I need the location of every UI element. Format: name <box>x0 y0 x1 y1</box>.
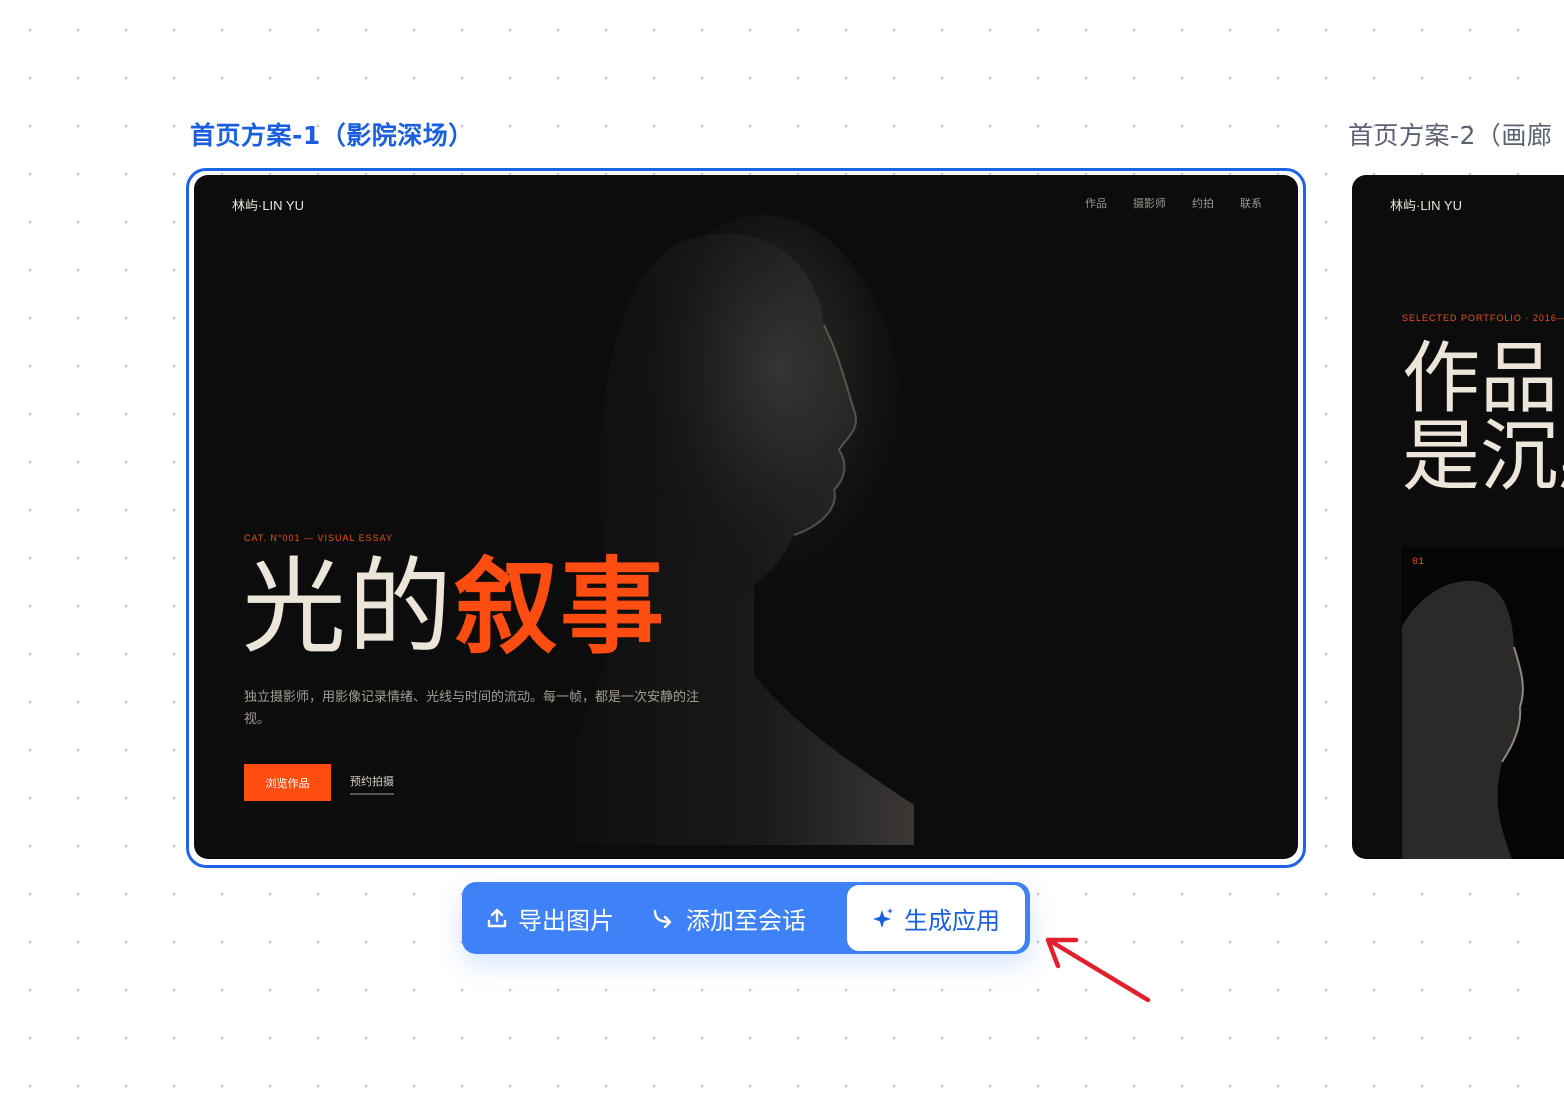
book-shoot-link[interactable]: 预约拍摄 <box>350 773 394 795</box>
add-to-session-label: 添加至会话 <box>686 906 806 935</box>
nav-item-booking[interactable]: 约拍 <box>1192 195 1214 211</box>
frame-action-toolbar: 导出图片 添加至会话 生成应用 <box>462 882 1030 954</box>
frame-title-1[interactable]: 首页方案-1（影院深场） <box>190 116 474 152</box>
design-frame-2[interactable]: 林屿·LIN YU SELECTED PORTFOLIO · 2016—2 作品… <box>1352 175 1564 859</box>
portrait-image-2 <box>1402 580 1524 859</box>
headline-line-1: 作品， <box>1402 334 1564 424</box>
add-to-session-button[interactable]: 添加至会话 <box>652 882 806 954</box>
sparkle-icon <box>873 908 893 928</box>
generate-app-label: 生成应用 <box>904 906 1000 935</box>
headline-plain: 光的 <box>242 546 455 668</box>
browse-works-button[interactable]: 浏览作品 <box>244 764 331 801</box>
eyebrow-text-2: SELECTED PORTFOLIO · 2016—2 <box>1402 313 1564 323</box>
hero-headline-2: 作品， 是沉默 <box>1402 340 1564 496</box>
generate-app-button[interactable]: 生成应用 <box>847 885 1025 951</box>
brand-logo[interactable]: 林屿·LIN YU <box>232 195 304 214</box>
export-image-label: 导出图片 <box>518 906 614 935</box>
top-nav: 作品 摄影师 约拍 联系 <box>1085 195 1262 211</box>
headline-accent: 叙事 <box>454 546 667 668</box>
headline-line-2: 是沉默 <box>1402 412 1564 502</box>
portfolio-card[interactable]: 01 <box>1402 547 1564 859</box>
hero-description: 独立摄影师，用影像记录情绪、光线与时间的流动。每一帧，都是一次安静的注视。 <box>244 690 700 727</box>
design-frame-1[interactable]: 林屿·LIN YU 作品 摄影师 约拍 联系 CAT. N°001 — VISU… <box>194 175 1298 859</box>
nav-item-photographer[interactable]: 摄影师 <box>1133 195 1166 211</box>
brand-logo-2[interactable]: 林屿·LIN YU <box>1390 195 1462 214</box>
export-image-button[interactable]: 导出图片 <box>486 882 614 954</box>
share-arrow-icon <box>653 909 672 929</box>
hero-headline: 光的叙事 <box>242 552 666 662</box>
upload-icon <box>487 908 507 928</box>
eyebrow-text: CAT. N°001 — VISUAL ESSAY <box>244 533 393 543</box>
frame-title-2[interactable]: 首页方案-2（画廊 <box>1348 116 1552 152</box>
portrait-image <box>534 215 914 845</box>
nav-item-contact[interactable]: 联系 <box>1240 195 1262 211</box>
pointer-arrow-annotation <box>1045 937 1151 1003</box>
nav-item-works[interactable]: 作品 <box>1085 195 1107 211</box>
